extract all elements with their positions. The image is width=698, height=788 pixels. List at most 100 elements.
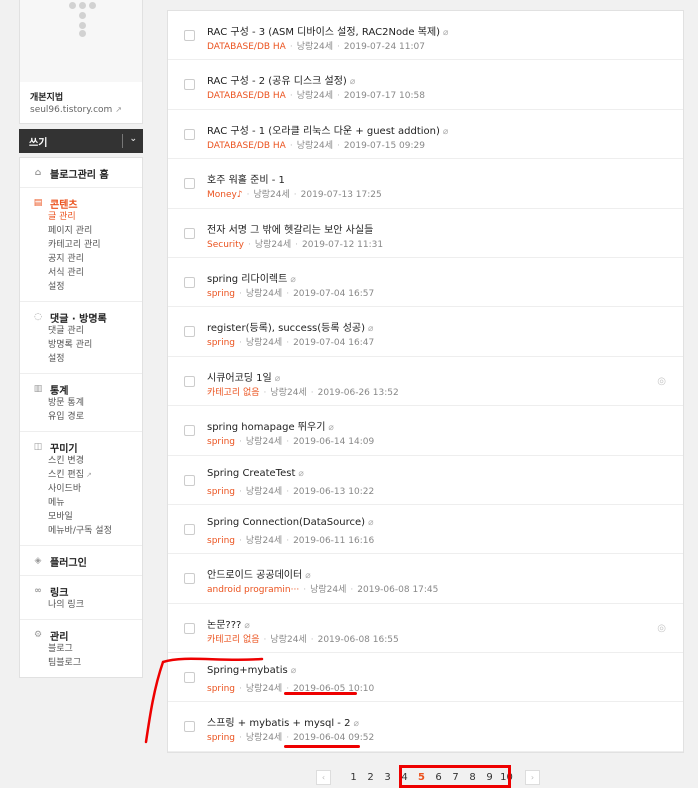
- menu-section-title[interactable]: ◌ 댓글 · 방명록: [32, 310, 142, 325]
- post-title-link[interactable]: 전자 서명 그 밖에 헷갈리는 보안 사실들: [207, 221, 373, 236]
- post-category[interactable]: Money♪: [207, 190, 243, 200]
- post-category[interactable]: spring: [207, 437, 235, 447]
- chevron-down-icon[interactable]: ⌄: [129, 134, 137, 144]
- menu-item[interactable]: 댓글 관리: [32, 324, 142, 338]
- post-title-link[interactable]: 호주 워홀 준비 - 1: [207, 171, 285, 186]
- meta-separator: ·: [310, 634, 314, 645]
- menu-item[interactable]: 스킨 편집 ↗: [32, 468, 142, 482]
- menu-item[interactable]: 글 관리: [32, 210, 142, 224]
- post-category[interactable]: DATABASE/DB HA: [207, 42, 286, 52]
- meta-separator: ·: [286, 486, 290, 497]
- post-category[interactable]: android programin···: [207, 585, 299, 595]
- menu-item[interactable]: 메뉴: [32, 496, 142, 510]
- menu-section-title[interactable]: ∞ 링크: [32, 584, 142, 599]
- post-title-link[interactable]: Spring+mybatis ⌀: [207, 665, 296, 676]
- post-date: 2019-07-04 16:47: [293, 338, 375, 349]
- menu-item-label: 카테고리 관리: [48, 240, 101, 250]
- menu-item[interactable]: 블로그: [32, 642, 142, 656]
- menu-item-label: 설정: [48, 354, 65, 364]
- post-checkbox[interactable]: [184, 672, 195, 684]
- post-title-link[interactable]: spring homapage 뛰우기 ⌀: [207, 418, 334, 433]
- menu-section-title[interactable]: ⌂ 블로그관리 홈: [32, 166, 142, 181]
- menu-item[interactable]: 유입 경로: [32, 410, 142, 424]
- post-title: spring homapage 뛰우기: [207, 422, 326, 434]
- post-checkbox[interactable]: [184, 375, 195, 387]
- post-checkbox[interactable]: [184, 276, 195, 288]
- post-checkbox[interactable]: [184, 178, 195, 190]
- post-title-link[interactable]: spring 리다이렉트 ⌀: [207, 270, 296, 285]
- post-checkbox[interactable]: [184, 425, 195, 437]
- post-title-link[interactable]: 논문??? ⌀: [207, 616, 250, 631]
- post-category[interactable]: spring: [207, 733, 235, 743]
- menu-item[interactable]: 방명록 관리: [32, 338, 142, 352]
- menu-item[interactable]: 메뉴바/구독 설정: [32, 524, 142, 538]
- menu-item[interactable]: 설정: [32, 280, 142, 294]
- post-category[interactable]: spring: [207, 338, 235, 348]
- menu-item[interactable]: 방문 통계: [32, 396, 142, 410]
- prev-page-button[interactable]: ‹: [316, 770, 331, 785]
- post-checkbox[interactable]: [184, 573, 195, 585]
- post-title-link[interactable]: register(등록), success(등록 성공) ⌀: [207, 319, 373, 334]
- post-checkbox[interactable]: [184, 326, 195, 338]
- menu-item[interactable]: 공지 관리: [32, 252, 142, 266]
- write-button[interactable]: 쓰기 ⌄: [19, 129, 143, 153]
- blog-name[interactable]: 개본지법: [20, 82, 142, 103]
- menu-item[interactable]: 서식 관리: [32, 266, 142, 280]
- page-link[interactable]: 1: [345, 772, 362, 783]
- post-checkbox[interactable]: [184, 622, 195, 634]
- menu-item[interactable]: 사이드바: [32, 482, 142, 496]
- post-title-link[interactable]: RAC 구성 - 1 (오라클 리눅스 다운 + guest addtion) ⌀: [207, 122, 448, 137]
- menu-section-title[interactable]: ⚙ 관리: [32, 628, 142, 643]
- blog-url[interactable]: seul96.tistory.com ↗: [20, 103, 142, 115]
- sidebar: 개본지법 seul96.tistory.com ↗ 쓰기 ⌄ ⌂ 블로그관리 홈 ▤…: [19, 0, 143, 678]
- menu-item[interactable]: 페이지 관리: [32, 224, 142, 238]
- post-category[interactable]: Security: [207, 240, 244, 250]
- post-title-link[interactable]: Spring Connection(DataSource) ⌀: [207, 517, 373, 528]
- post-checkbox[interactable]: [184, 721, 195, 733]
- post-category[interactable]: spring: [207, 487, 235, 497]
- post-title-link[interactable]: RAC 구성 - 2 (공유 디스크 설정) ⌀: [207, 72, 355, 87]
- post-checkbox[interactable]: [184, 227, 195, 239]
- post-category[interactable]: DATABASE/DB HA: [207, 91, 286, 101]
- post-title-link[interactable]: 시큐어코딩 1일 ⌀: [207, 369, 280, 384]
- post-checkbox[interactable]: [184, 30, 195, 41]
- meta-separator: ·: [286, 338, 290, 349]
- post-title-link[interactable]: 스프링 + mybatis + mysql - 2 ⌀: [207, 714, 359, 729]
- page-link[interactable]: 3: [379, 772, 396, 783]
- post-row: spring homapage 뛰우기 ⌀ spring · 낭랑24세 · 2019-06…: [168, 406, 683, 456]
- page-link[interactable]: 2: [362, 772, 379, 783]
- avatar[interactable]: [20, 0, 142, 82]
- post-category[interactable]: spring: [207, 684, 235, 694]
- post-checkbox[interactable]: [184, 523, 195, 535]
- menu-section-title[interactable]: ▥ 통계: [32, 382, 142, 397]
- post-category[interactable]: spring: [207, 536, 235, 546]
- menu-item[interactable]: 나의 링크: [32, 598, 142, 612]
- menu-item[interactable]: 모바일: [32, 510, 142, 524]
- menu-item[interactable]: 설정: [32, 352, 142, 366]
- post-checkbox[interactable]: [184, 474, 195, 486]
- menu-section-title[interactable]: ▤ 콘텐츠: [32, 196, 142, 211]
- post-category[interactable]: DATABASE/DB HA: [207, 141, 286, 151]
- post-checkbox[interactable]: [184, 128, 195, 140]
- menu-section-title[interactable]: ◈ 플러그인: [32, 554, 142, 569]
- menu-section-title[interactable]: ◫ 꾸미기: [32, 440, 142, 455]
- next-page-button[interactable]: ›: [525, 770, 540, 785]
- post-category[interactable]: spring: [207, 289, 235, 299]
- menu-item-label: 유입 경로: [48, 412, 84, 422]
- menu-item[interactable]: 팀블로그: [32, 656, 142, 670]
- post-title-link[interactable]: 안드로이드 공공데이터 ⌀: [207, 566, 311, 581]
- hidden-eye-icon: ◎: [657, 622, 666, 634]
- post-title-link[interactable]: Spring CreateTest ⌀: [207, 468, 304, 479]
- menu-item-label: 메뉴: [48, 498, 65, 508]
- meta-separator: ·: [263, 634, 267, 645]
- post-category[interactable]: 카테고리 없음: [207, 635, 260, 645]
- meta-separator: ·: [350, 585, 354, 596]
- blog-url-text: seul96.tistory.com: [30, 105, 113, 115]
- menu-item[interactable]: 카테고리 관리: [32, 238, 142, 252]
- post-category[interactable]: 카테고리 없음: [207, 388, 260, 398]
- post-title-link[interactable]: RAC 구성 - 3 (ASM 디바이스 설정, RAC2Node 복제) ⌀: [207, 23, 448, 38]
- post-checkbox[interactable]: [184, 79, 195, 91]
- post-meta: Money♪ · 낭랑24세 · 2019-07-13 17:25: [207, 187, 382, 200]
- menu-item-label: 방문 통계: [48, 398, 84, 408]
- menu-item[interactable]: 스킨 변경: [32, 454, 142, 468]
